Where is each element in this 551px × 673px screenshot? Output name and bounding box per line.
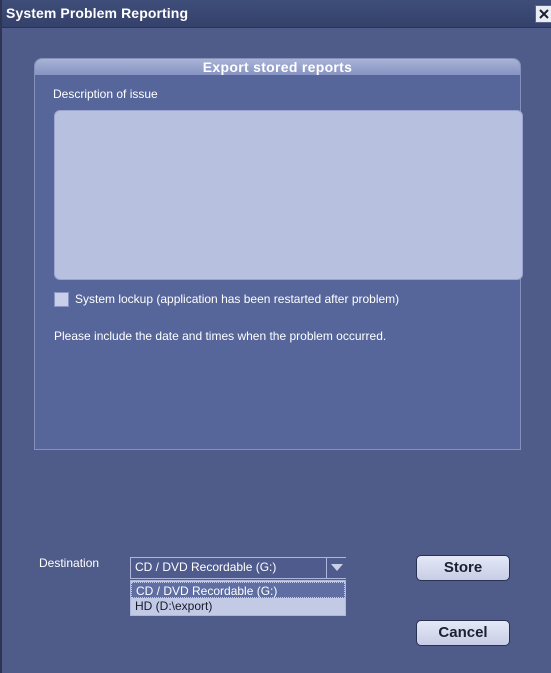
dialog-window: System Problem Reporting Export stored r… xyxy=(0,0,551,673)
panel-title: Export stored reports xyxy=(202,59,353,75)
close-icon xyxy=(539,9,549,19)
destination-dropdown-toggle[interactable] xyxy=(326,558,346,578)
panel-header: Export stored reports xyxy=(35,59,520,75)
description-label: Description of issue xyxy=(53,87,158,101)
store-button[interactable]: Store xyxy=(416,555,510,581)
title-bar: System Problem Reporting xyxy=(2,0,551,28)
cancel-button[interactable]: Cancel xyxy=(416,620,510,646)
instruction-note: Please include the date and times when t… xyxy=(54,329,387,343)
destination-selected-value: CD / DVD Recordable (G:) xyxy=(135,560,277,574)
system-lockup-label[interactable]: System lockup (application has been rest… xyxy=(75,292,399,306)
close-button[interactable] xyxy=(535,5,551,23)
destination-option-cd-dvd[interactable]: CD / DVD Recordable (G:) xyxy=(131,582,345,598)
destination-label: Destination xyxy=(39,556,100,570)
destination-select[interactable]: CD / DVD Recordable (G:) xyxy=(130,557,346,579)
export-panel: Export stored reports Description of iss… xyxy=(34,58,523,450)
destination-dropdown-list: CD / DVD Recordable (G:) HD (D:\export) xyxy=(130,580,346,616)
description-textarea[interactable] xyxy=(54,110,523,280)
window-title: System Problem Reporting xyxy=(6,5,189,21)
chevron-down-icon xyxy=(330,564,343,571)
system-lockup-checkbox[interactable] xyxy=(54,292,69,307)
destination-option-hd[interactable]: HD (D:\export) xyxy=(131,598,345,614)
